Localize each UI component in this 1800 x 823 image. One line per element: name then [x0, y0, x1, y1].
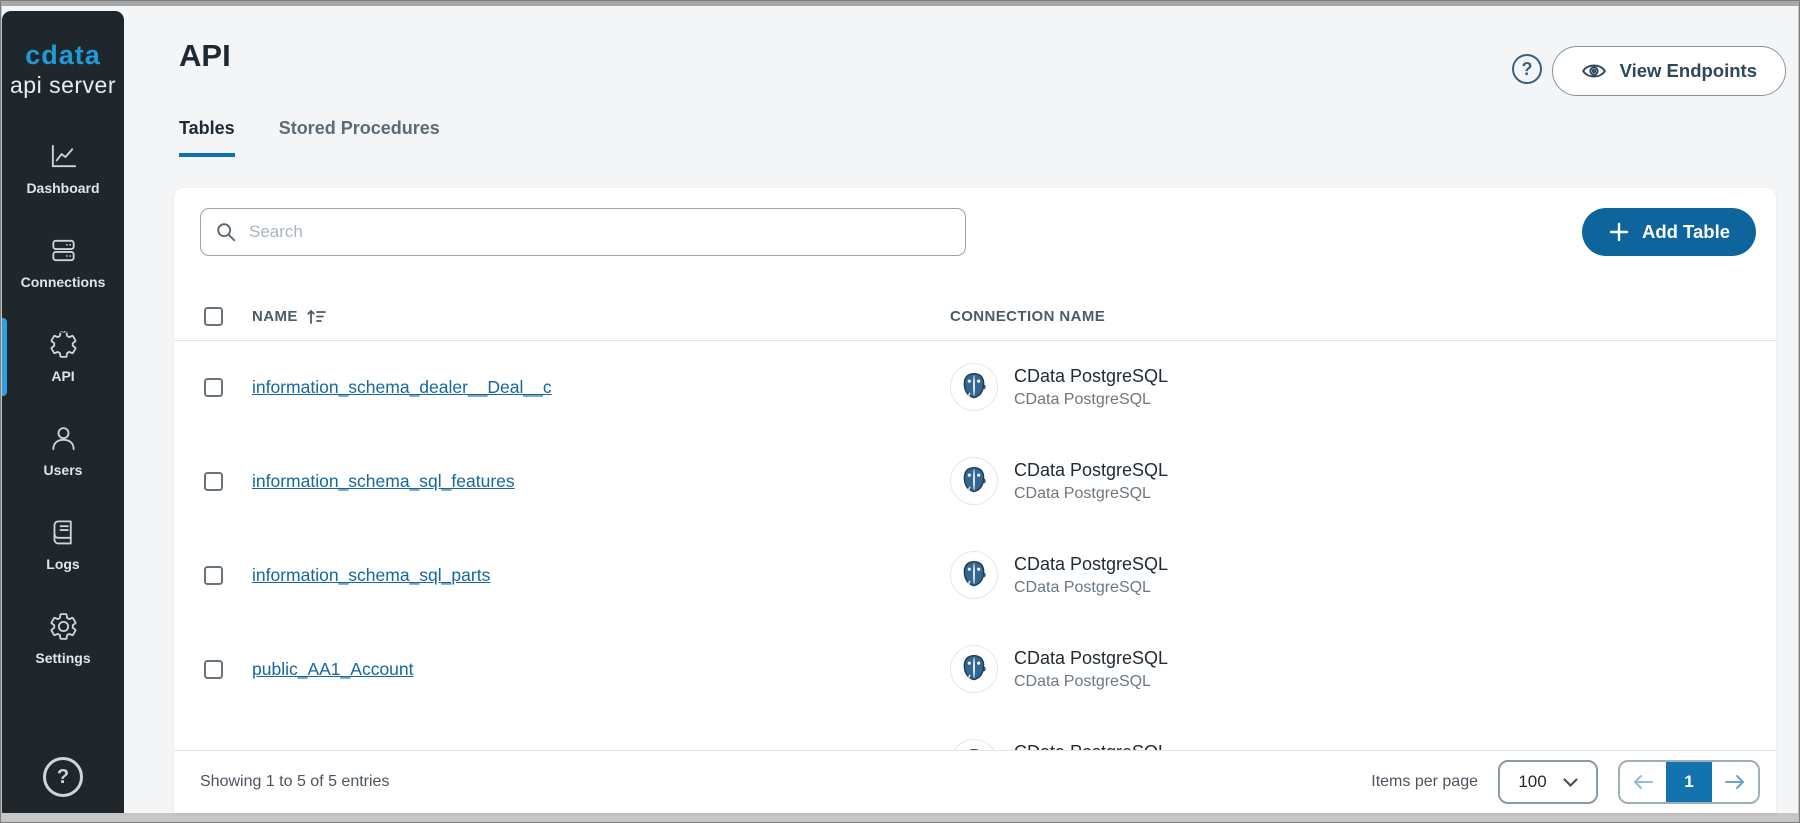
server-stack-icon [48, 235, 79, 266]
table-name-link[interactable]: information_schema_sql_features [252, 471, 515, 492]
items-per-page-label: Items per page [1371, 773, 1478, 791]
add-table-button[interactable]: Add Table [1582, 208, 1756, 256]
table-name-link[interactable]: information_schema_sql_parts [252, 565, 490, 586]
sidebar-item-label: Settings [35, 650, 90, 666]
gear-icon [48, 611, 79, 642]
sidebar-item-users[interactable]: Users [2, 404, 124, 498]
next-page-button[interactable] [1712, 762, 1758, 802]
app-window: cdata api server Dashboard [0, 0, 1800, 823]
connection-subtitle: CData PostgreSQL [1014, 391, 1168, 409]
table-name-link[interactable]: information_schema_dealer__Deal__c [252, 377, 552, 398]
sidebar: cdata api server Dashboard [2, 11, 124, 813]
page-title: API [179, 38, 231, 74]
sidebar-item-settings[interactable]: Settings [2, 592, 124, 686]
user-icon [48, 423, 79, 454]
arrow-right-icon [1724, 774, 1746, 790]
view-endpoints-label: View Endpoints [1620, 60, 1757, 82]
sidebar-item-label: Dashboard [26, 180, 99, 196]
sidebar-item-label: Users [44, 462, 83, 478]
items-per-page-select[interactable]: 100 [1498, 760, 1598, 804]
logs-book-icon [48, 517, 79, 548]
main-content: API ? View Endpoints Tables Stored Proce… [124, 6, 1798, 813]
table-name-link[interactable]: public_AA1_Account [252, 659, 414, 680]
row-checkbox[interactable] [204, 566, 223, 585]
table-row: information_schema_dealer__Deal__c [174, 340, 1776, 434]
sidebar-item-connections[interactable]: Connections [2, 216, 124, 310]
table-row: information_schema_sql_features [174, 434, 1776, 528]
view-endpoints-button[interactable]: View Endpoints [1552, 46, 1786, 96]
select-all-checkbox[interactable] [204, 307, 223, 326]
search-box [200, 208, 966, 256]
page-help-button[interactable]: ? [1512, 54, 1542, 84]
column-header-name: NAME [252, 308, 298, 325]
sidebar-item-label: Logs [46, 556, 79, 572]
search-input[interactable] [200, 208, 966, 256]
table-row: public_AA1_Account [174, 622, 1776, 716]
row-checkbox[interactable] [204, 378, 223, 397]
connection-cell: CData PostgreSQL CData PostgreSQL [950, 457, 1168, 505]
search-icon [215, 221, 237, 243]
help-circle-icon: ? [1522, 59, 1533, 80]
sidebar-item-label: Connections [21, 274, 106, 290]
sidebar-item-label: API [51, 368, 74, 384]
tab-bar: Tables Stored Procedures [179, 118, 440, 157]
table-footer: Showing 1 to 5 of 5 entries Items per pa… [174, 750, 1776, 813]
pagination: 1 [1618, 760, 1760, 804]
table-header-row: NAME CONNECTION NAME [174, 292, 1776, 341]
connection-subtitle: CData PostgreSQL [1014, 673, 1168, 691]
row-checkbox[interactable] [204, 660, 223, 679]
app-surface: cdata api server Dashboard [2, 6, 1798, 813]
sort-ascending-icon[interactable] [307, 308, 327, 325]
connection-subtitle: CData PostgreSQL [1014, 485, 1168, 503]
connection-name: CData PostgreSQL [1014, 460, 1168, 481]
postgresql-logo-icon [950, 457, 998, 505]
current-page-button[interactable]: 1 [1666, 762, 1712, 802]
sidebar-item-logs[interactable]: Logs [2, 498, 124, 592]
showing-entries-text: Showing 1 to 5 of 5 entries [200, 773, 389, 791]
tab-tables[interactable]: Tables [179, 118, 235, 157]
tables-card: Add Table NAME CONNECTION NAME [174, 188, 1776, 813]
help-circle-icon: ? [43, 757, 83, 797]
table-body: information_schema_dealer__Deal__c [174, 340, 1776, 813]
items-per-page-value: 100 [1518, 772, 1546, 792]
connection-name: CData PostgreSQL [1014, 648, 1168, 669]
connection-cell: CData PostgreSQL CData PostgreSQL [950, 363, 1168, 411]
connection-name: CData PostgreSQL [1014, 554, 1168, 575]
logo-product-text: api server [10, 73, 116, 98]
plus-icon [1608, 221, 1630, 243]
arrow-left-icon [1632, 774, 1654, 790]
sidebar-help-button[interactable]: ? [43, 757, 83, 797]
connection-cell: CData PostgreSQL CData PostgreSQL [950, 551, 1168, 599]
postgresql-logo-icon [950, 645, 998, 693]
previous-page-button[interactable] [1620, 762, 1666, 802]
postgresql-logo-icon [950, 551, 998, 599]
connection-subtitle: CData PostgreSQL [1014, 579, 1168, 597]
connection-name: CData PostgreSQL [1014, 366, 1168, 387]
sidebar-nav: Dashboard Connections [2, 122, 124, 686]
postgresql-logo-icon [950, 363, 998, 411]
row-checkbox[interactable] [204, 472, 223, 491]
sidebar-item-dashboard[interactable]: Dashboard [2, 122, 124, 216]
app-logo: cdata api server [10, 41, 116, 98]
table-row: information_schema_sql_parts [174, 528, 1776, 622]
logo-brand-text: cdata [10, 41, 116, 71]
footer-controls: Items per page 100 [1371, 760, 1760, 804]
tab-stored-procedures[interactable]: Stored Procedures [279, 118, 440, 157]
add-table-label: Add Table [1642, 221, 1730, 243]
connection-cell: CData PostgreSQL CData PostgreSQL [950, 645, 1168, 693]
sidebar-item-api[interactable]: </> API [2, 310, 124, 404]
chevron-down-icon [1563, 778, 1578, 787]
code-glyph: </> [57, 326, 70, 337]
chart-line-icon [48, 141, 79, 172]
column-header-connection: CONNECTION NAME [950, 308, 1105, 325]
eye-icon [1581, 58, 1607, 84]
